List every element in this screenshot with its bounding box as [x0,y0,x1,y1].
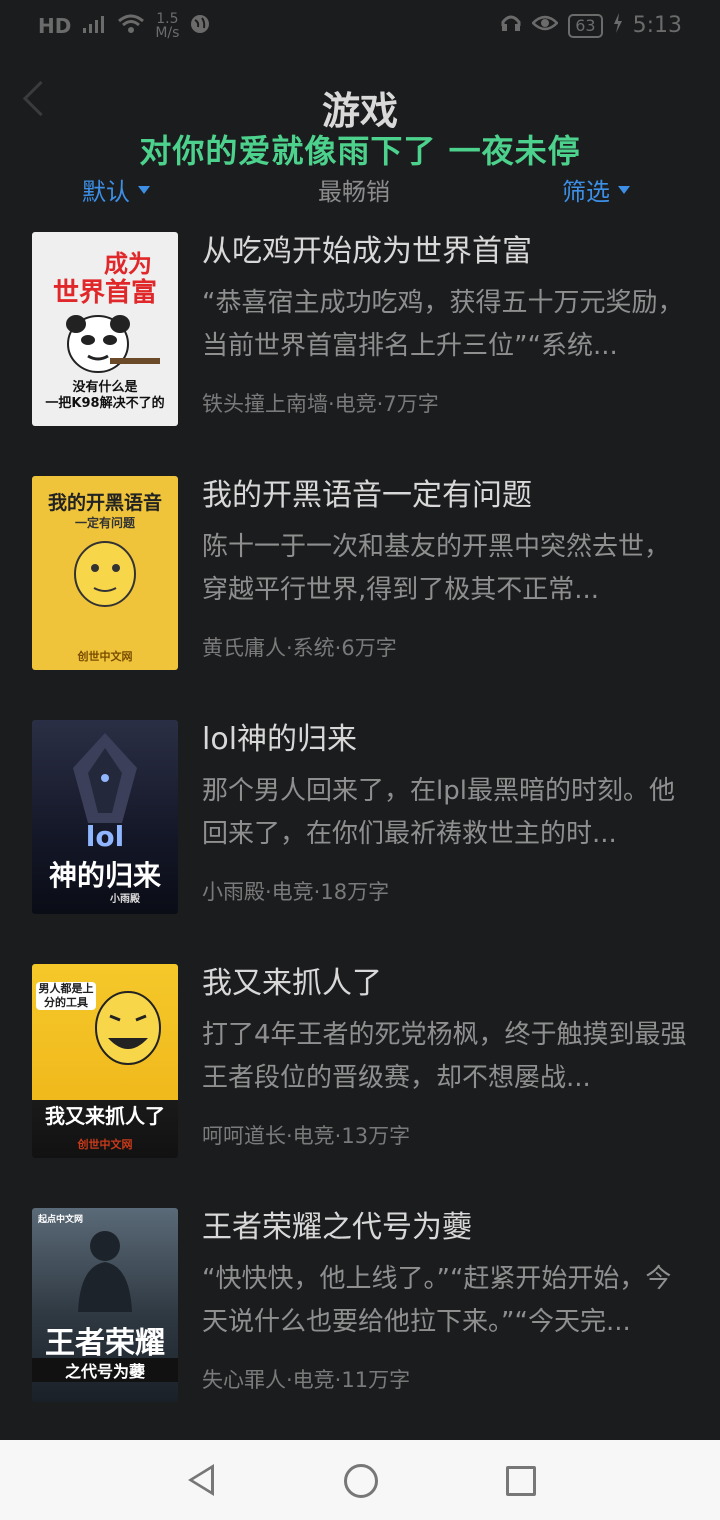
dropdown-arrow-icon [138,185,150,194]
book-meta: 黄氏庸人·系统·6万字 [202,636,397,660]
headset-icon [500,12,522,39]
book-meta: 呵呵道长·电竞·13万字 [202,1124,411,1148]
signal-icon [81,13,107,40]
book-meta: 铁头撞上南墙·电竞·7万字 [202,392,439,416]
book-list: 成为 世界首富 没有什么是 一把K98解决不了的 从吃鸡开始成为世界首富 “恭喜… [0,226,720,1446]
nav-back-icon[interactable] [188,1464,214,1496]
filter-button[interactable]: 筛选 [562,172,630,207]
filter-label: 筛选 [562,178,610,206]
book-title: lol神的归来 [202,722,358,757]
eye-icon [531,13,560,38]
book-cover: 起点中文网 王者荣耀 之代号为虁 [32,1208,178,1402]
book-cover: 我的开黑语音 一定有问题 创世中文网 [32,476,178,670]
network-speed: 1.5 M/s [155,11,180,41]
book-title: 我的开黑语音一定有问题 [202,478,532,513]
sort-default-label: 默认 [82,178,130,206]
battery-indicator: 63 [568,13,603,38]
book-item[interactable]: 我的开黑语音 一定有问题 创世中文网 我的开黑语音一定有问题 陈十一于一次和基友… [0,470,720,714]
book-item[interactable]: lol 神的归来 小雨殿 lol神的归来 那个男人回来了，在lpl最黑暗的时刻。… [0,714,720,958]
dropdown-arrow-icon [618,185,630,194]
book-meta: 小雨殿·电竞·18万字 [202,880,390,904]
book-description: “恭喜宿主成功吃鸡，获得五十万元奖励，当前世界首富排名上升三位”“系统... [202,288,684,361]
clock: 5:13 [632,13,682,38]
status-bar: HD 1.5 M/s 63 5:13 [0,0,720,56]
sort-bestseller-label: 最畅销 [318,178,390,206]
network-type: HD [38,14,72,38]
book-description: 那个男人回来了，在lpl最黑暗的时刻。他回来了，在你们最祈祷救世主的时... [202,776,675,849]
nav-home-icon[interactable] [344,1464,378,1498]
nav-recents-icon[interactable] [506,1466,536,1496]
marquee-banner: 对你的爱就像雨下了 一夜未停 [139,132,581,170]
book-description: 打了4年王者的死党杨枫，终于触摸到最强王者段位的晋级赛，却不想屡战... [202,1020,687,1093]
book-cover: lol 神的归来 小雨殿 [32,720,178,914]
book-description: “快快快，他上线了。”“赶紧开始开始，今天说什么也要给他拉下来。”“今天完... [202,1264,672,1337]
filter-bar: 默认 最畅销 筛选 [0,172,720,216]
book-description: 陈十一于一次和基友的开黑中突然去世，穿越平行世界,得到了极其不正常... [202,532,671,605]
book-title: 我又来抓人了 [202,966,382,1001]
book-meta: 失心罪人·电竞·11万字 [202,1368,411,1392]
book-title: 王者荣耀之代号为虁 [202,1210,472,1245]
sort-default-button[interactable]: 默认 [82,172,150,207]
charging-icon [613,13,623,38]
system-nav-bar [0,1440,720,1520]
book-item[interactable]: 成为 世界首富 没有什么是 一把K98解决不了的 从吃鸡开始成为世界首富 “恭喜… [0,226,720,470]
wifi-icon [117,13,145,40]
globe-icon [189,13,211,40]
sort-bestseller-button[interactable]: 最畅销 [318,172,390,207]
book-title: 从吃鸡开始成为世界首富 [202,234,532,269]
book-cover: 男人都是上分的工具 我又来抓人了 创世中文网 [32,964,178,1158]
book-cover: 成为 世界首富 没有什么是 一把K98解决不了的 [32,232,178,426]
book-item[interactable]: 男人都是上分的工具 我又来抓人了 创世中文网 我又来抓人了 打了4年王者的死党杨… [0,958,720,1202]
header: 游戏 对你的爱就像雨下了 一夜未停 [0,70,720,180]
book-item[interactable]: 起点中文网 王者荣耀 之代号为虁 王者荣耀之代号为虁 “快快快，他上线了。”“赶… [0,1202,720,1446]
